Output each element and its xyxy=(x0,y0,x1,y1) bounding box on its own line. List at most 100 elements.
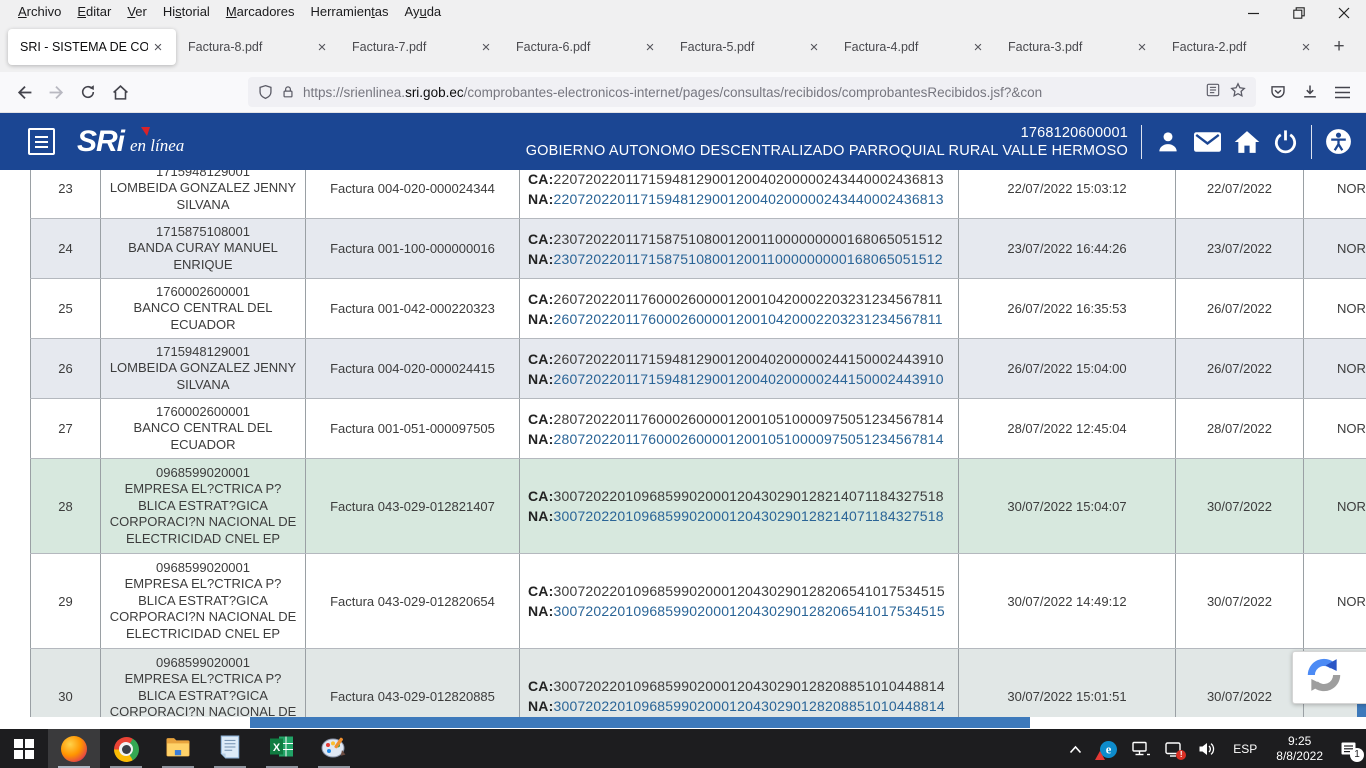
access-key-line: CA:3007202201096859902000120430290128214… xyxy=(528,486,950,506)
downloads-icon[interactable] xyxy=(1294,76,1326,108)
tab-factura-6-pdf[interactable]: Factura-6.pdf× xyxy=(504,29,668,65)
sri-logo[interactable]: SRi en línea xyxy=(77,125,184,159)
ca-label: CA: xyxy=(528,171,553,187)
cell-issuer: 0968599020001EMPRESA EL?CTRICA P?BLICA E… xyxy=(101,649,306,718)
tab-factura-8-pdf[interactable]: Factura-8.pdf× xyxy=(176,29,340,65)
power-icon[interactable] xyxy=(1273,129,1298,154)
na-value-link[interactable]: 2607202201171594812900120040200000244150… xyxy=(553,371,943,387)
volume-icon[interactable] xyxy=(1194,729,1220,768)
security-alert-icon[interactable]: ! xyxy=(1161,729,1187,768)
tab-sri-sistema-de-comp[interactable]: SRI - SISTEMA DE COMP× xyxy=(8,29,176,65)
language-indicator[interactable]: ESP xyxy=(1227,742,1263,756)
navigation-bar: https://srienlinea.sri.gob.ec/comprobant… xyxy=(0,72,1366,113)
issuer-ruc: 0968599020001 xyxy=(107,655,299,672)
recaptcha-badge[interactable] xyxy=(1292,651,1366,704)
cell-issue-date: 26/07/2022 xyxy=(1176,279,1304,339)
menu-editar[interactable]: Editar xyxy=(69,2,119,21)
network-icon[interactable] xyxy=(1128,729,1154,768)
na-label: NA: xyxy=(528,603,553,619)
home-icon[interactable] xyxy=(104,76,136,108)
sri-header: SRi en línea 1768120600001 GOBIERNO AUTO… xyxy=(0,113,1366,170)
menu-ayuda[interactable]: Ayuda xyxy=(397,2,450,21)
taskbar-excel[interactable]: X xyxy=(256,729,308,768)
mail-icon[interactable] xyxy=(1194,132,1221,152)
table-row-23[interactable]: 231715948129001LOMBEIDA GONZALEZ JENNY S… xyxy=(31,170,1366,219)
na-value-link[interactable]: 3007202201096859902000120430290128214071… xyxy=(553,508,943,524)
cell-authorization-date: 23/07/2022 16:44:26 xyxy=(959,219,1176,279)
cell-authorization-date: 30/07/2022 14:49:12 xyxy=(959,554,1176,649)
tab-factura-3-pdf[interactable]: Factura-3.pdf× xyxy=(996,29,1160,65)
chevron-up-icon[interactable] xyxy=(1062,729,1088,768)
close-icon[interactable] xyxy=(1321,0,1366,26)
table-row-26[interactable]: 261715948129001LOMBEIDA GONZALEZ JENNY S… xyxy=(31,339,1366,399)
table-row-27[interactable]: 271760002600001BANCO CENTRAL DEL ECUADOR… xyxy=(31,399,1366,459)
table-row-25[interactable]: 251760002600001BANCO CENTRAL DEL ECUADOR… xyxy=(31,279,1366,339)
new-tab-button[interactable]: + xyxy=(1324,32,1354,62)
tab-close-icon[interactable]: × xyxy=(968,39,988,56)
table-row-29[interactable]: 290968599020001EMPRESA EL?CTRICA P?BLICA… xyxy=(31,554,1366,649)
na-value-link[interactable]: 3007202201096859902000120430290128206541… xyxy=(553,603,944,619)
home-icon[interactable] xyxy=(1234,130,1260,154)
na-value-link[interactable]: 3007202201096859902000120430290128208851… xyxy=(553,698,944,714)
ca-label: CA: xyxy=(528,488,553,504)
start-button[interactable] xyxy=(0,729,48,768)
tab-close-icon[interactable]: × xyxy=(1296,39,1316,56)
url-prefix: https://srienlinea. xyxy=(303,85,405,100)
cell-row-number: 28 xyxy=(31,459,101,554)
bookmark-star-icon[interactable] xyxy=(1230,82,1246,103)
tab-factura-7-pdf[interactable]: Factura-7.pdf× xyxy=(340,29,504,65)
menu-archivo[interactable]: Archivo xyxy=(10,2,69,21)
back-icon[interactable] xyxy=(8,76,40,108)
menu-burger-icon[interactable] xyxy=(28,128,55,155)
na-label: NA: xyxy=(528,698,553,714)
app-menu-icon[interactable] xyxy=(1326,76,1358,108)
table-row-28[interactable]: 280968599020001EMPRESA EL?CTRICA P?BLICA… xyxy=(31,459,1366,554)
accessibility-icon[interactable] xyxy=(1325,128,1352,155)
tab-close-icon[interactable]: × xyxy=(312,39,332,56)
issuer-name: EMPRESA EL?CTRICA P?BLICA ESTRAT?GICA CO… xyxy=(107,576,299,642)
tab-close-icon[interactable]: × xyxy=(1132,39,1152,56)
menu-marcadores[interactable]: Marcadores xyxy=(218,2,303,21)
na-value-link[interactable]: 2207202201171594812900120040200000243440… xyxy=(553,191,943,207)
access-key-line: CA:3007202201096859902000120430290128206… xyxy=(528,581,950,601)
menu-herramientas[interactable]: Herramientas xyxy=(302,2,396,21)
tab-close-icon[interactable]: × xyxy=(804,39,824,56)
ca-value: 3007202201096859902000120430290128208851… xyxy=(553,678,944,694)
taskbar-notepad[interactable] xyxy=(204,729,256,768)
na-value-link[interactable]: 2807202201176000260000120010510000975051… xyxy=(553,431,943,447)
table-row-24[interactable]: 241715875108001BANDA CURAY MANUEL ENRIQU… xyxy=(31,219,1366,279)
tab-factura-4-pdf[interactable]: Factura-4.pdf× xyxy=(832,29,996,65)
tab-close-icon[interactable]: × xyxy=(640,39,660,56)
clock[interactable]: 9:25 8/8/2022 xyxy=(1270,734,1329,764)
taskbar-file-explorer[interactable] xyxy=(152,729,204,768)
table-row-30[interactable]: 300968599020001EMPRESA EL?CTRICA P?BLICA… xyxy=(31,649,1366,718)
cell-authorization-date: 26/07/2022 15:04:00 xyxy=(959,339,1176,399)
tab-close-icon[interactable]: × xyxy=(148,39,168,56)
tab-factura-2-pdf[interactable]: Factura-2.pdf× xyxy=(1160,29,1324,65)
eset-icon[interactable]: e xyxy=(1095,729,1121,768)
cell-authorization-date: 22/07/2022 15:03:12 xyxy=(959,170,1176,219)
na-value-link[interactable]: 2607202201176000260000120010420002203231… xyxy=(553,311,942,327)
forward-icon[interactable] xyxy=(40,76,72,108)
restore-icon[interactable] xyxy=(1276,0,1321,26)
taskbar-chrome[interactable] xyxy=(100,729,152,768)
ca-label: CA: xyxy=(528,231,553,247)
reload-icon[interactable] xyxy=(72,76,104,108)
menu-ver[interactable]: Ver xyxy=(119,2,155,21)
tab-label: Factura-7.pdf xyxy=(352,40,476,54)
menu-historial[interactable]: Historial xyxy=(155,2,218,21)
tab-close-icon[interactable]: × xyxy=(476,39,496,56)
user-icon[interactable] xyxy=(1155,129,1181,155)
horizontal-scrollbar[interactable] xyxy=(250,717,1030,728)
reader-view-icon[interactable] xyxy=(1206,83,1220,102)
taskbar-paint[interactable] xyxy=(308,729,360,768)
url-bar[interactable]: https://srienlinea.sri.gob.ec/comprobant… xyxy=(248,77,1256,107)
minimize-icon[interactable] xyxy=(1231,0,1276,26)
tab-factura-5-pdf[interactable]: Factura-5.pdf× xyxy=(668,29,832,65)
taskbar-firefox[interactable] xyxy=(48,729,100,768)
shield-icon[interactable] xyxy=(258,84,273,100)
lock-icon[interactable] xyxy=(281,84,295,100)
pocket-icon[interactable] xyxy=(1262,76,1294,108)
notification-icon[interactable]: 1 xyxy=(1336,729,1362,768)
na-value-link[interactable]: 2307202201171587510800120011000000000168… xyxy=(553,251,942,267)
